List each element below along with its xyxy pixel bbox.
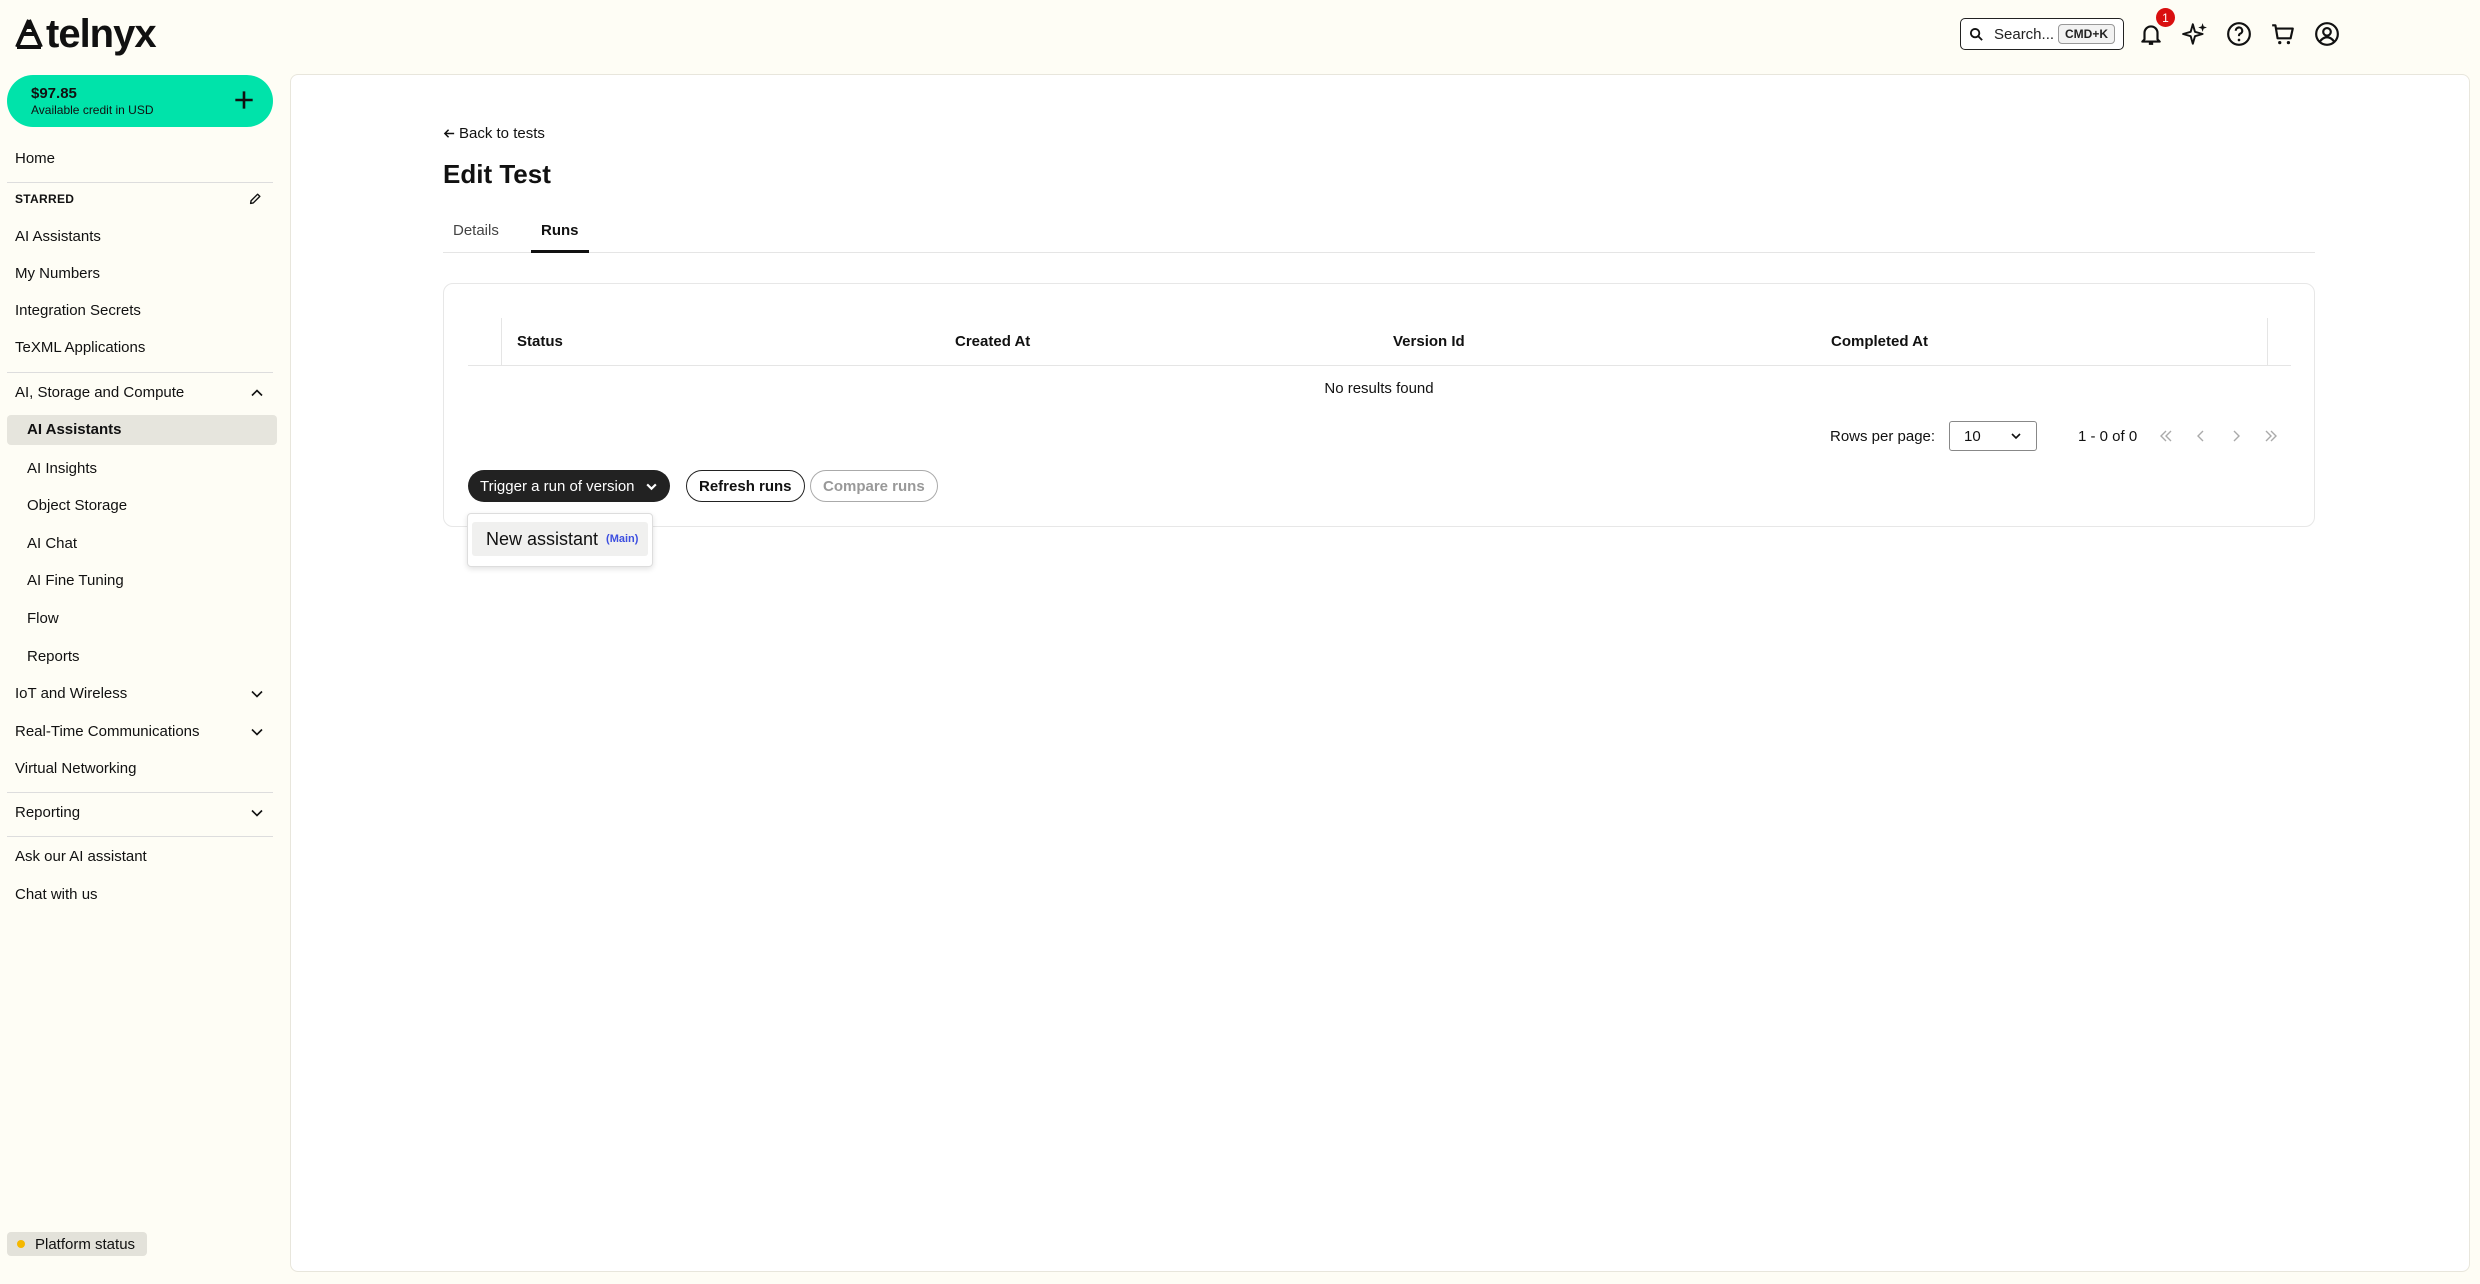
- version-dropdown-menu: New assistant (Main): [467, 513, 653, 567]
- sidebar-divider: [7, 836, 273, 837]
- pagination-range: 1 - 0 of 0: [2078, 428, 2138, 445]
- rows-per-page-select[interactable]: 10: [1949, 421, 2037, 451]
- sidebar-item-ai-insights[interactable]: AI Insights: [27, 455, 97, 483]
- sidebar-item-reports[interactable]: Reports: [27, 643, 80, 671]
- brand-name: telnyx: [46, 11, 157, 56]
- next-page-button[interactable]: [2228, 428, 2244, 444]
- search-label: Search...: [1994, 25, 2055, 43]
- platform-status-button[interactable]: Platform status: [7, 1232, 148, 1256]
- chevron-down-icon: [2011, 433, 2021, 440]
- user-icon: [2315, 22, 2339, 46]
- trigger-run-button[interactable]: Trigger a run of version: [468, 470, 670, 502]
- sidebar-item-ai-fine-tuning[interactable]: AI Fine Tuning: [27, 567, 124, 595]
- help-button[interactable]: [2223, 18, 2255, 50]
- sidebar-item-object-storage[interactable]: Object Storage: [27, 492, 127, 520]
- sidebar-group-reporting[interactable]: Reporting: [15, 799, 80, 827]
- sidebar-item-flow[interactable]: Flow: [27, 605, 59, 633]
- sidebar-starred-texml-applications[interactable]: TeXML Applications: [15, 334, 145, 362]
- tab-details[interactable]: Details: [443, 221, 509, 253]
- compare-runs-button[interactable]: Compare runs: [810, 470, 938, 502]
- column-header-version-id[interactable]: Version Id: [1393, 333, 1465, 350]
- rows-per-page-value: 10: [1964, 427, 1981, 445]
- version-option-label: New assistant: [486, 528, 599, 549]
- empty-table-message: No results found: [1324, 380, 1434, 397]
- chevron-down-icon[interactable]: [250, 687, 264, 701]
- status-dot-icon: [17, 1240, 25, 1248]
- chevron-left-icon: [2197, 430, 2204, 442]
- chevron-down-icon: [645, 483, 657, 490]
- sidebar-item-ai-chat[interactable]: AI Chat: [27, 530, 77, 558]
- first-page-button[interactable]: [2158, 428, 2174, 444]
- sidebar-divider: [7, 182, 273, 183]
- telnyx-logo[interactable]: telnyx: [14, 11, 157, 56]
- rows-per-page-label: Rows per page:: [1830, 428, 1936, 445]
- cart-button[interactable]: [2267, 18, 2299, 50]
- tab-bar: Details Runs: [443, 221, 2315, 253]
- chevrons-right-icon: [2265, 430, 2277, 442]
- sidebar-divider: [7, 372, 273, 373]
- starred-section-label: STARRED: [15, 192, 75, 206]
- column-header-completed-at[interactable]: Completed At: [1831, 333, 1928, 350]
- version-option-tag: (Main): [606, 533, 639, 545]
- previous-page-button[interactable]: [2193, 428, 2209, 444]
- help-icon: [2227, 22, 2251, 46]
- chevrons-left-icon: [2160, 430, 2172, 442]
- page-title: Edit Test: [443, 159, 551, 189]
- platform-status-label: Platform status: [35, 1235, 136, 1253]
- pencil-icon[interactable]: [248, 192, 262, 206]
- plus-icon[interactable]: [231, 87, 257, 113]
- column-separator: [501, 318, 502, 365]
- column-separator: [2267, 318, 2268, 365]
- sidebar-group-iot-wireless[interactable]: IoT and Wireless: [15, 680, 127, 708]
- sidebar-item-ask-ai[interactable]: Ask our AI assistant: [15, 843, 147, 871]
- chevron-down-icon[interactable]: [250, 725, 264, 739]
- sidebar-divider: [7, 792, 273, 793]
- runs-card: Status Created At Version Id Completed A…: [443, 283, 2315, 527]
- sidebar-group-ai-storage-compute[interactable]: AI, Storage and Compute: [15, 379, 184, 407]
- sidebar-item-chat[interactable]: Chat with us: [15, 881, 98, 909]
- search-shortcut: CMD+K: [2057, 24, 2115, 44]
- sidebar-group-real-time-communications[interactable]: Real-Time Communications: [15, 718, 200, 746]
- sidebar-item-ai-assistants[interactable]: AI Assistants: [27, 416, 121, 444]
- credit-card[interactable]: $97.85 Available credit in USD: [7, 75, 273, 127]
- sparkle-icon: [2182, 23, 2207, 45]
- back-link-label: Back to tests: [459, 125, 545, 142]
- cart-icon: [2272, 24, 2294, 45]
- account-button[interactable]: [2311, 18, 2343, 50]
- arrow-left-icon: [443, 129, 455, 138]
- back-to-tests-link[interactable]: Back to tests: [443, 125, 545, 142]
- chevron-up-icon[interactable]: [250, 386, 264, 400]
- version-option-new-assistant[interactable]: New assistant (Main): [472, 522, 648, 556]
- sidebar-starred-ai-assistants[interactable]: AI Assistants: [15, 223, 101, 251]
- main-panel: Back to tests Edit Test Details Runs Sta…: [290, 74, 2470, 1272]
- trigger-run-label: Trigger a run of version: [480, 477, 635, 495]
- sidebar-item-virtual-networking[interactable]: Virtual Networking: [15, 755, 136, 783]
- column-header-status[interactable]: Status: [517, 333, 563, 350]
- column-header-created-at[interactable]: Created At: [955, 333, 1030, 350]
- table-header: Status Created At Version Id Completed A…: [468, 318, 2291, 366]
- last-page-button[interactable]: [2263, 428, 2279, 444]
- search-icon: [1969, 27, 1983, 41]
- chevron-right-icon: [2233, 430, 2240, 442]
- sidebar-starred-integration-secrets[interactable]: Integration Secrets: [15, 297, 141, 325]
- chevron-down-icon[interactable]: [250, 806, 264, 820]
- sidebar-starred-my-numbers[interactable]: My Numbers: [15, 260, 100, 288]
- search-input[interactable]: Search... CMD+K: [1960, 18, 2124, 50]
- ai-sparkle-button[interactable]: [2179, 18, 2211, 50]
- tab-runs[interactable]: Runs: [531, 221, 589, 253]
- top-bar: telnyx Search... CMD+K 1: [0, 0, 2480, 70]
- sidebar-item-home[interactable]: Home: [15, 145, 55, 173]
- refresh-runs-button[interactable]: Refresh runs: [686, 470, 805, 502]
- notification-badge: 1: [2156, 8, 2175, 27]
- telnyx-logo-icon: [15, 19, 43, 49]
